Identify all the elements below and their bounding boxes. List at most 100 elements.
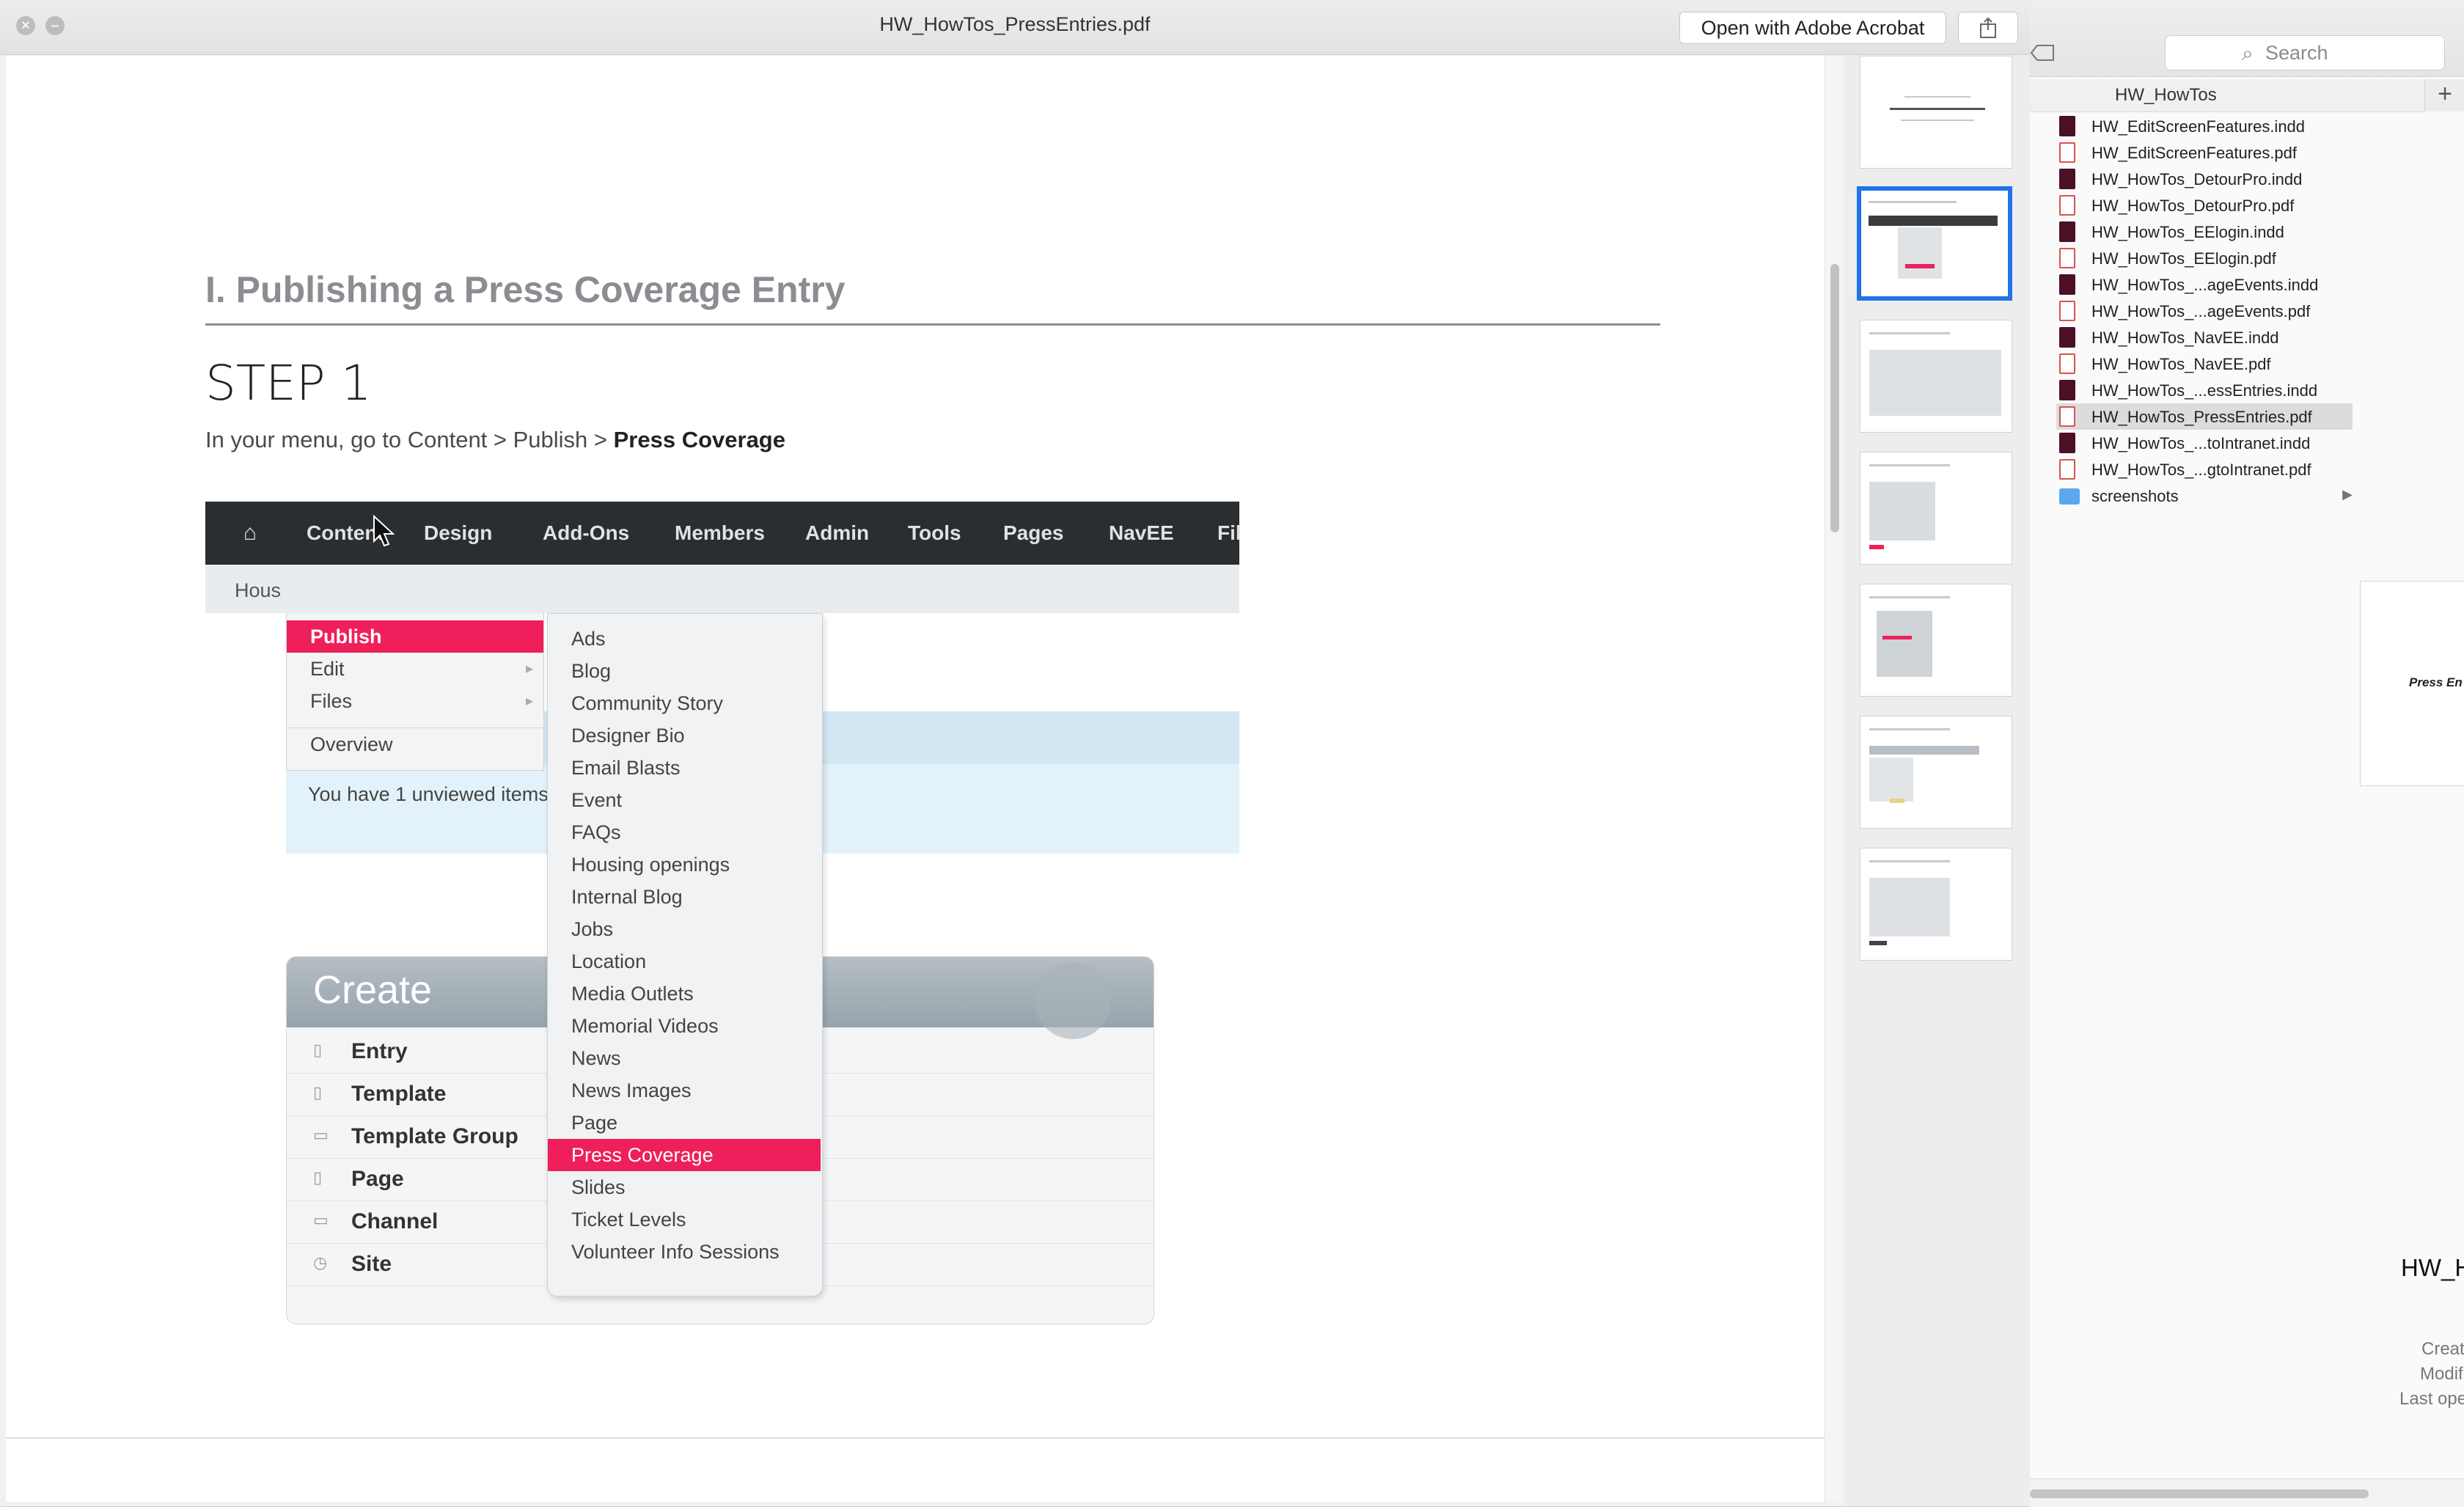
ee-create-label: Channel [351, 1209, 439, 1233]
file-name: screenshots [2091, 487, 2179, 505]
home-icon: ⌂ [243, 521, 257, 545]
thumb-block [1869, 482, 1935, 540]
embedded-screenshot: ⌂ Content Design Add-Ons Members Admin T… [205, 502, 1242, 1330]
chevron-right-icon: ▶ [2342, 487, 2353, 502]
ee-submenu-item: Designer Bio [571, 725, 685, 747]
thumb-block [1882, 636, 1912, 639]
search-field[interactable]: ⌕ Search [2165, 35, 2445, 70]
thumb-block [1869, 758, 1913, 802]
indesign-file-icon [2059, 221, 2075, 242]
ee-menu-label: Publish [310, 626, 382, 648]
nav-design: Design [424, 521, 493, 544]
file-row[interactable]: HW_HowTos_DetourPro.pdf [2056, 192, 2353, 219]
ee-create-label: Template [351, 1082, 447, 1106]
finder-toolbar: ⌕ Search [2030, 0, 2464, 77]
page-thumbnail-3[interactable] [1860, 320, 2012, 433]
file-row[interactable]: HW_HowTos_...essEntries.indd [2056, 377, 2353, 403]
pdf-page: I. Publishing a Press Coverage Entry STE… [6, 56, 1825, 1502]
file-row[interactable]: HW_HowTos_EElogin.indd [2056, 219, 2353, 245]
page-thumbnail-6[interactable] [1860, 716, 2012, 829]
horizontal-scroll-thumb[interactable] [2030, 1489, 2369, 1498]
indesign-file-icon [2059, 169, 2075, 189]
file-row[interactable]: HW_HowTos_...ageEvents.pdf [2056, 298, 2353, 324]
page-scrollbar[interactable] [1825, 56, 1844, 1502]
file-row[interactable]: HW_HowTos_NavEE.pdf [2056, 351, 2353, 377]
ee-submenu-item: News [571, 1047, 621, 1069]
finder-window: ⌕ Search HW_HowTos + HW_EditScreenFeatur… [2030, 0, 2464, 1507]
file-row[interactable]: HW_EditScreenFeatures.pdf [2056, 139, 2353, 166]
ee-submenu-item-selected: Press Coverage [548, 1139, 821, 1171]
file-name: HW_HowTos_...gtoIntranet.pdf [2091, 461, 2311, 479]
meta-modified-label: Modifie [2420, 1364, 2464, 1384]
meta-last-opened-label: Last opene [2399, 1389, 2464, 1409]
indesign-file-icon [2059, 274, 2075, 295]
nav-pages: Pages [1003, 521, 1064, 544]
file-row[interactable]: HW_HowTos_PressEntries.pdf [2056, 403, 2353, 430]
indesign-file-icon [2059, 380, 2075, 400]
file-name: HW_HowTos_NavEE.pdf [2091, 355, 2271, 373]
ee-menu-label: Files [310, 690, 353, 712]
document-icon: ▯ [313, 1168, 323, 1187]
pdf-file-icon [2059, 353, 2075, 374]
ee-create-label: Template Group [351, 1124, 518, 1148]
file-row[interactable]: HW_HowTos_...toIntranet.indd [2056, 430, 2353, 456]
pdf-file-icon [2059, 406, 2075, 427]
thumb-line [1869, 728, 1950, 730]
file-row[interactable]: HW_HowTos_EElogin.pdf [2056, 245, 2353, 271]
ee-submenu-item: FAQs [571, 821, 621, 843]
tag-icon[interactable] [2030, 41, 2056, 65]
file-row[interactable]: HW_HowTos_DetourPro.indd [2056, 166, 2353, 192]
thumb-block [1890, 799, 1904, 803]
ee-submenu-item: Blog [571, 660, 612, 682]
pdf-file-icon [2059, 248, 2075, 268]
globe-icon [1035, 963, 1111, 1039]
indesign-file-icon [2059, 116, 2075, 136]
ee-menu-overview: Overview [287, 727, 543, 760]
search-placeholder: Search [2265, 42, 2328, 64]
page-thumbnail-4[interactable] [1860, 452, 2012, 565]
file-row[interactable]: HW_HowTos_NavEE.indd [2056, 324, 2353, 351]
ee-publish-submenu: Ads Blog Community Story Designer Bio Em… [547, 613, 823, 1297]
file-name: HW_HowTos_NavEE.indd [2091, 329, 2279, 347]
ee-submenu-item: Media Outlets [571, 983, 694, 1005]
file-row[interactable]: HW_EditScreenFeatures.indd [2056, 113, 2353, 139]
nav-files: Fil [1217, 521, 1242, 544]
page-thumbnail-2[interactable] [1857, 186, 2012, 301]
ee-submenu-item: Ads [571, 628, 606, 650]
ee-create-label: Entry [351, 1039, 408, 1063]
ee-submenu-item: Page [571, 1112, 618, 1134]
document-icon: ▯ [313, 1083, 323, 1101]
ee-navbar: ⌂ Content Design Add-Ons Members Admin T… [205, 502, 1242, 565]
folder-icon: ▭ [313, 1211, 329, 1229]
ee-menu-label: Edit [310, 658, 345, 680]
ee-menu-edit: Edit ▸ [287, 653, 543, 685]
thumb-line [1901, 120, 1974, 121]
folder-row[interactable]: screenshots ▶ [2056, 483, 2353, 509]
ee-content-menu: Publish Edit ▸ Files ▸ Overview [286, 613, 544, 771]
share-button[interactable] [1958, 12, 2018, 44]
thumb-block [1898, 227, 1942, 279]
ee-sub-bar: Hous [205, 565, 1239, 613]
thumb-line [1869, 596, 1950, 598]
pdf-file-icon [2059, 459, 2075, 480]
document-icon: ▯ [313, 1041, 323, 1059]
thumb-block [1869, 878, 1950, 936]
thumb-line [1890, 108, 1985, 110]
thumb-line [1869, 860, 1950, 862]
chevron-right-icon: ▸ [525, 661, 533, 677]
ee-submenu-item: Event [571, 789, 623, 811]
horizontal-scrollbar[interactable] [2030, 1478, 2464, 1507]
file-row[interactable]: HW_HowTos_...gtoIntranet.pdf [2056, 456, 2353, 483]
page-thumbnail-5[interactable] [1860, 584, 2012, 697]
add-tab-button[interactable]: + [2424, 79, 2464, 111]
page-thumbnail-7[interactable] [1860, 848, 2012, 961]
open-with-acrobat-button[interactable]: Open with Adobe Acrobat [1679, 12, 1946, 44]
ee-submenu-item: Email Blasts [571, 757, 681, 779]
ee-menu-label: Overview [310, 733, 393, 755]
page-thumbnail-1[interactable] [1860, 56, 2012, 169]
instruction-bold: Press Coverage [613, 427, 785, 452]
file-name: HW_HowTos_...toIntranet.indd [2091, 434, 2311, 452]
file-row[interactable]: HW_HowTos_...ageEvents.indd [2056, 271, 2353, 298]
page-scroll-thumb[interactable] [1830, 264, 1839, 532]
ee-submenu-item: Jobs [571, 918, 614, 940]
